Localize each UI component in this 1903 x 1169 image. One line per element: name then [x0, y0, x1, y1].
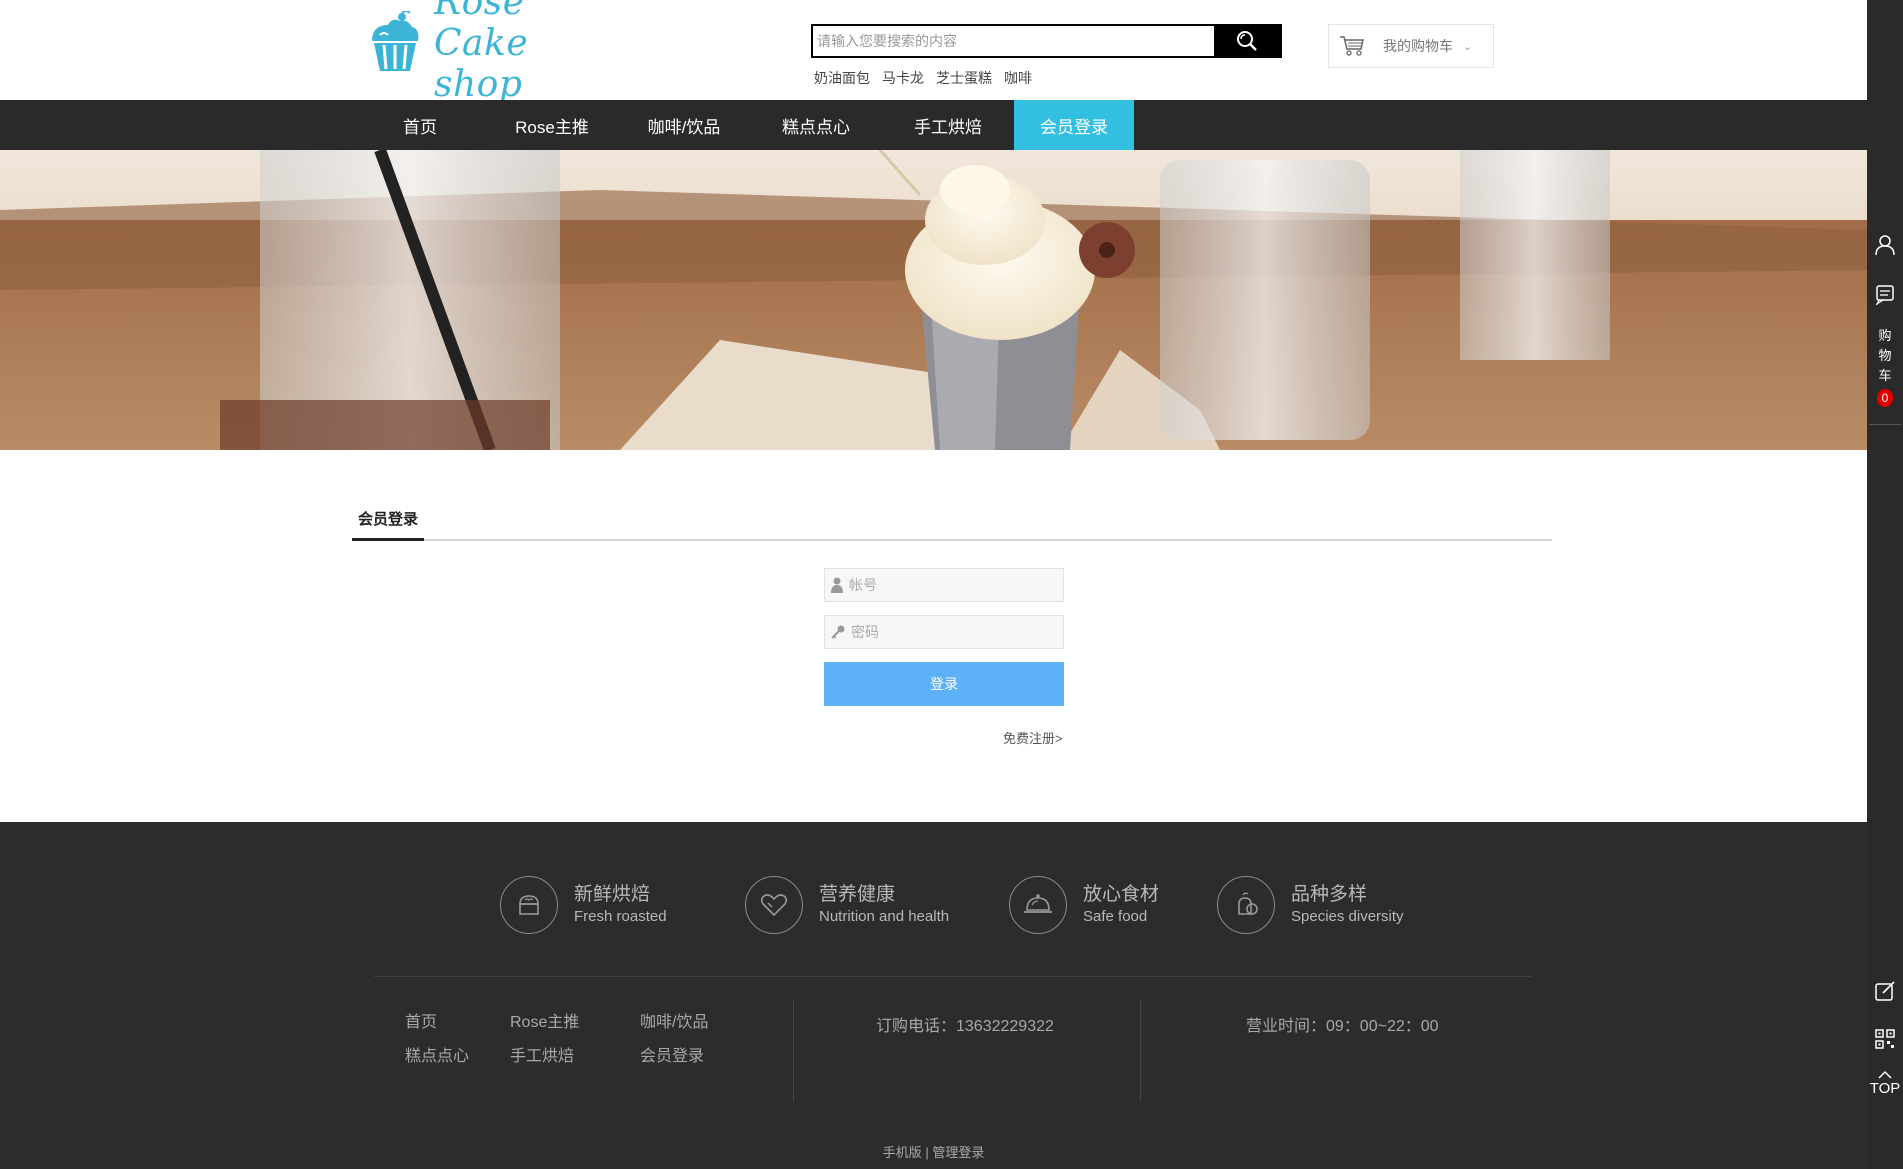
main-nav: 首页 Rose主推 咖啡/饮品 糕点点心 手工烘焙 会员登录: [0, 100, 1867, 150]
banner-image: [0, 150, 1867, 450]
feature-title: 新鲜烘焙: [574, 884, 651, 905]
nav-item-coffee-drinks[interactable]: 咖啡/饮品: [618, 100, 750, 150]
order-phone: 订购电话：13632229322: [876, 1018, 1054, 1035]
cupcake-logo-icon: [372, 11, 419, 71]
account-field[interactable]: [824, 568, 1064, 602]
feature-title: 品种多样: [1291, 884, 1368, 905]
nav-item-handmade-baking[interactable]: 手工烘焙: [882, 100, 1014, 150]
message-button[interactable]: [1867, 283, 1903, 305]
account-input[interactable]: [849, 577, 1049, 593]
feature-variety: 品种多样 Species diversity: [1217, 876, 1404, 934]
cake-icon: [500, 876, 558, 934]
search-button[interactable]: [1214, 26, 1280, 56]
feature-subtitle: Fresh roasted: [574, 908, 667, 925]
search-input[interactable]: [813, 26, 1214, 56]
footer-link-pastries[interactable]: 糕点点心: [405, 1046, 510, 1068]
member-button[interactable]: [1867, 234, 1903, 256]
hero-banner: [0, 150, 1867, 450]
site-logo[interactable]: Rose Cake shop: [362, 0, 627, 105]
register-link[interactable]: 免费注册>: [1003, 728, 1063, 747]
top-label: TOP: [1869, 1080, 1901, 1097]
feature-subtitle: Safe food: [1083, 908, 1148, 925]
heart-icon: [745, 876, 803, 934]
admin-login-link[interactable]: 管理登录: [932, 1145, 984, 1160]
chevron-up-icon: [1878, 1070, 1892, 1079]
nav-item-pastries[interactable]: 糕点点心: [750, 100, 882, 150]
qrcode-button[interactable]: [1867, 1028, 1903, 1050]
footer-divider: [374, 976, 1532, 977]
feature-nutrition: 营养健康 Nutrition and health: [745, 876, 949, 934]
feature-title: 营养健康: [819, 884, 896, 905]
search-box: [811, 24, 1282, 58]
feature-safe: 放心食材 Safe food: [1009, 876, 1159, 934]
footer-separator: [793, 1000, 794, 1102]
feature-subtitle: Species diversity: [1291, 908, 1404, 925]
feedback-button[interactable]: [1867, 980, 1903, 1002]
nav-item-member-login[interactable]: 会员登录: [1014, 100, 1134, 150]
hot-search-words: 奶油面包 马卡龙 芝士蛋糕 咖啡: [814, 68, 1032, 88]
feature-title: 放心食材: [1083, 884, 1160, 905]
feature-fresh: 新鲜烘焙 Fresh roasted: [500, 876, 667, 934]
hot-word[interactable]: 咖啡: [1004, 68, 1032, 88]
hot-word[interactable]: 马卡龙: [882, 68, 924, 88]
login-button[interactable]: 登录: [824, 662, 1064, 706]
logo-text: Rose Cake shop: [434, 0, 529, 105]
back-to-top-button[interactable]: TOP: [1867, 1070, 1903, 1097]
edit-icon: [1875, 981, 1895, 1001]
feature-list: 新鲜烘焙 Fresh roasted 营养健康 Nutrition and he…: [0, 876, 1867, 936]
toolbar-separator: [1869, 424, 1901, 425]
footer-link-rose-featured[interactable]: Rose主推: [510, 1012, 640, 1034]
password-input[interactable]: [851, 624, 1051, 640]
user-icon: [831, 577, 843, 593]
cart-count-badge: 0: [1877, 389, 1893, 407]
site-header: Rose Cake shop 奶油面包 马卡龙 芝士蛋糕 咖啡 我的购物车 ⌄: [0, 0, 1867, 105]
shopping-cart-icon: [1340, 36, 1364, 56]
variety-icon: [1217, 876, 1275, 934]
hot-word[interactable]: 芝士蛋糕: [936, 68, 992, 88]
user-icon: [1875, 235, 1895, 256]
section-title: 会员登录: [352, 505, 425, 541]
dish-icon: [1009, 876, 1067, 934]
nav-item-home[interactable]: 首页: [354, 100, 486, 150]
hot-word[interactable]: 奶油面包: [814, 68, 870, 88]
footer-separator: [1140, 1000, 1141, 1102]
side-cart-button[interactable]: 购物车 0: [1867, 326, 1903, 407]
nav-item-rose-featured[interactable]: Rose主推: [486, 100, 618, 150]
footer-links: 首页 Rose主推 咖啡/饮品 糕点点心 手工烘焙 会员登录: [405, 1012, 735, 1080]
right-toolbar: 购物车 0 TOP: [1867, 0, 1903, 1169]
side-cart-label: 购物车: [1878, 328, 1892, 383]
footer-bottom-links: 手机版 | 管理登录: [0, 1142, 1867, 1161]
footer-link-member-login[interactable]: 会员登录: [640, 1046, 704, 1068]
cart-label: 我的购物车: [1383, 38, 1453, 54]
footer-link-handmade-baking[interactable]: 手工烘焙: [510, 1046, 640, 1068]
mobile-version-link[interactable]: 手机版: [883, 1145, 922, 1160]
login-form: 登录: [824, 568, 1064, 706]
feature-subtitle: Nutrition and health: [819, 908, 950, 925]
cart-dropdown[interactable]: 我的购物车 ⌄: [1328, 24, 1494, 68]
search-icon: [1237, 31, 1257, 51]
key-icon: [831, 625, 845, 639]
password-field[interactable]: [824, 615, 1064, 649]
footer-link-coffee-drinks[interactable]: 咖啡/饮品: [640, 1012, 708, 1034]
site-footer: 新鲜烘焙 Fresh roasted 营养健康 Nutrition and he…: [0, 822, 1867, 1169]
footer-link-home[interactable]: 首页: [405, 1012, 510, 1034]
section-title-bar: 会员登录: [352, 505, 1552, 541]
business-hours: 营业时间：09：00~22：00: [1246, 1018, 1439, 1035]
chevron-down-icon: ⌄: [1463, 40, 1473, 53]
message-icon: [1875, 285, 1894, 305]
qrcode-icon: [1875, 1029, 1895, 1049]
